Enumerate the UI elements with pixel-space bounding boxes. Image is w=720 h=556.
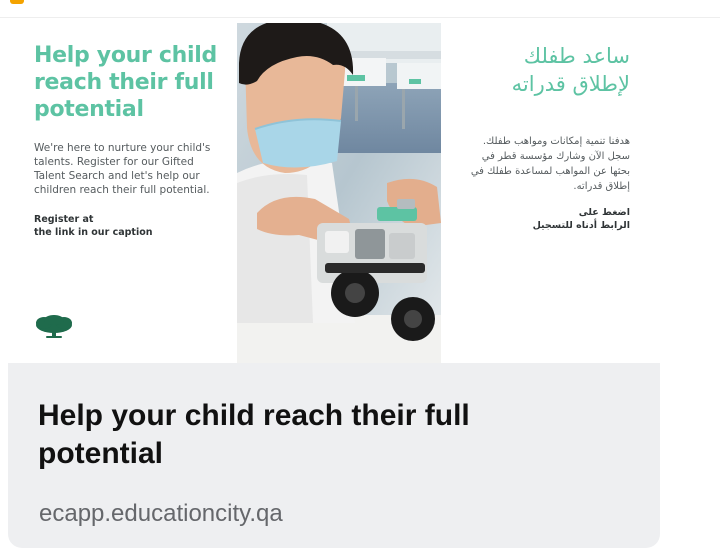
register-arabic-line-1: اضغط على: [578, 207, 630, 218]
tree-logo-icon: [36, 315, 72, 338]
top-accent: [10, 0, 24, 4]
register-line-1: Register at: [34, 214, 94, 225]
page-background-right: [660, 363, 720, 548]
register-arabic-line-2: الرابط أدناه للتسجيل: [532, 220, 630, 231]
link-preview-domain: ecapp.educationcity.qa: [39, 500, 283, 527]
register-cta-english: Register at the link in our caption: [34, 213, 224, 239]
headline-arabic: ساعد طفلك لإطلاق قدراته: [470, 42, 630, 98]
child-building-robot-photo: [237, 23, 441, 363]
body-arabic: هدفنا تنمية إمكانات ومواهب طفلك. سجل الآ…: [470, 136, 630, 192]
headline-arabic-line-1: ساعد طفلك: [523, 44, 630, 68]
body-english: We're here to nurture your child's talen…: [34, 142, 211, 196]
arabic-text-column: ساعد طفلك لإطلاق قدراته هدفنا تنمية إمكا…: [470, 42, 630, 232]
headline-arabic-line-2: لإطلاق قدراته: [511, 72, 630, 96]
link-preview-title: Help your child reach their full potenti…: [38, 399, 470, 470]
english-text-column: Help your child reach their full potenti…: [34, 42, 224, 239]
headline-english: Help your child reach their full potenti…: [34, 43, 217, 122]
ad-image[interactable]: Help your child reach their full potenti…: [0, 18, 720, 363]
link-preview-card[interactable]: Help your child reach their full potenti…: [8, 363, 660, 548]
register-line-2: the link in our caption: [34, 227, 153, 238]
top-strip: [0, 0, 720, 18]
register-cta-arabic: اضغط على الرابط أدناه للتسجيل: [470, 206, 630, 232]
